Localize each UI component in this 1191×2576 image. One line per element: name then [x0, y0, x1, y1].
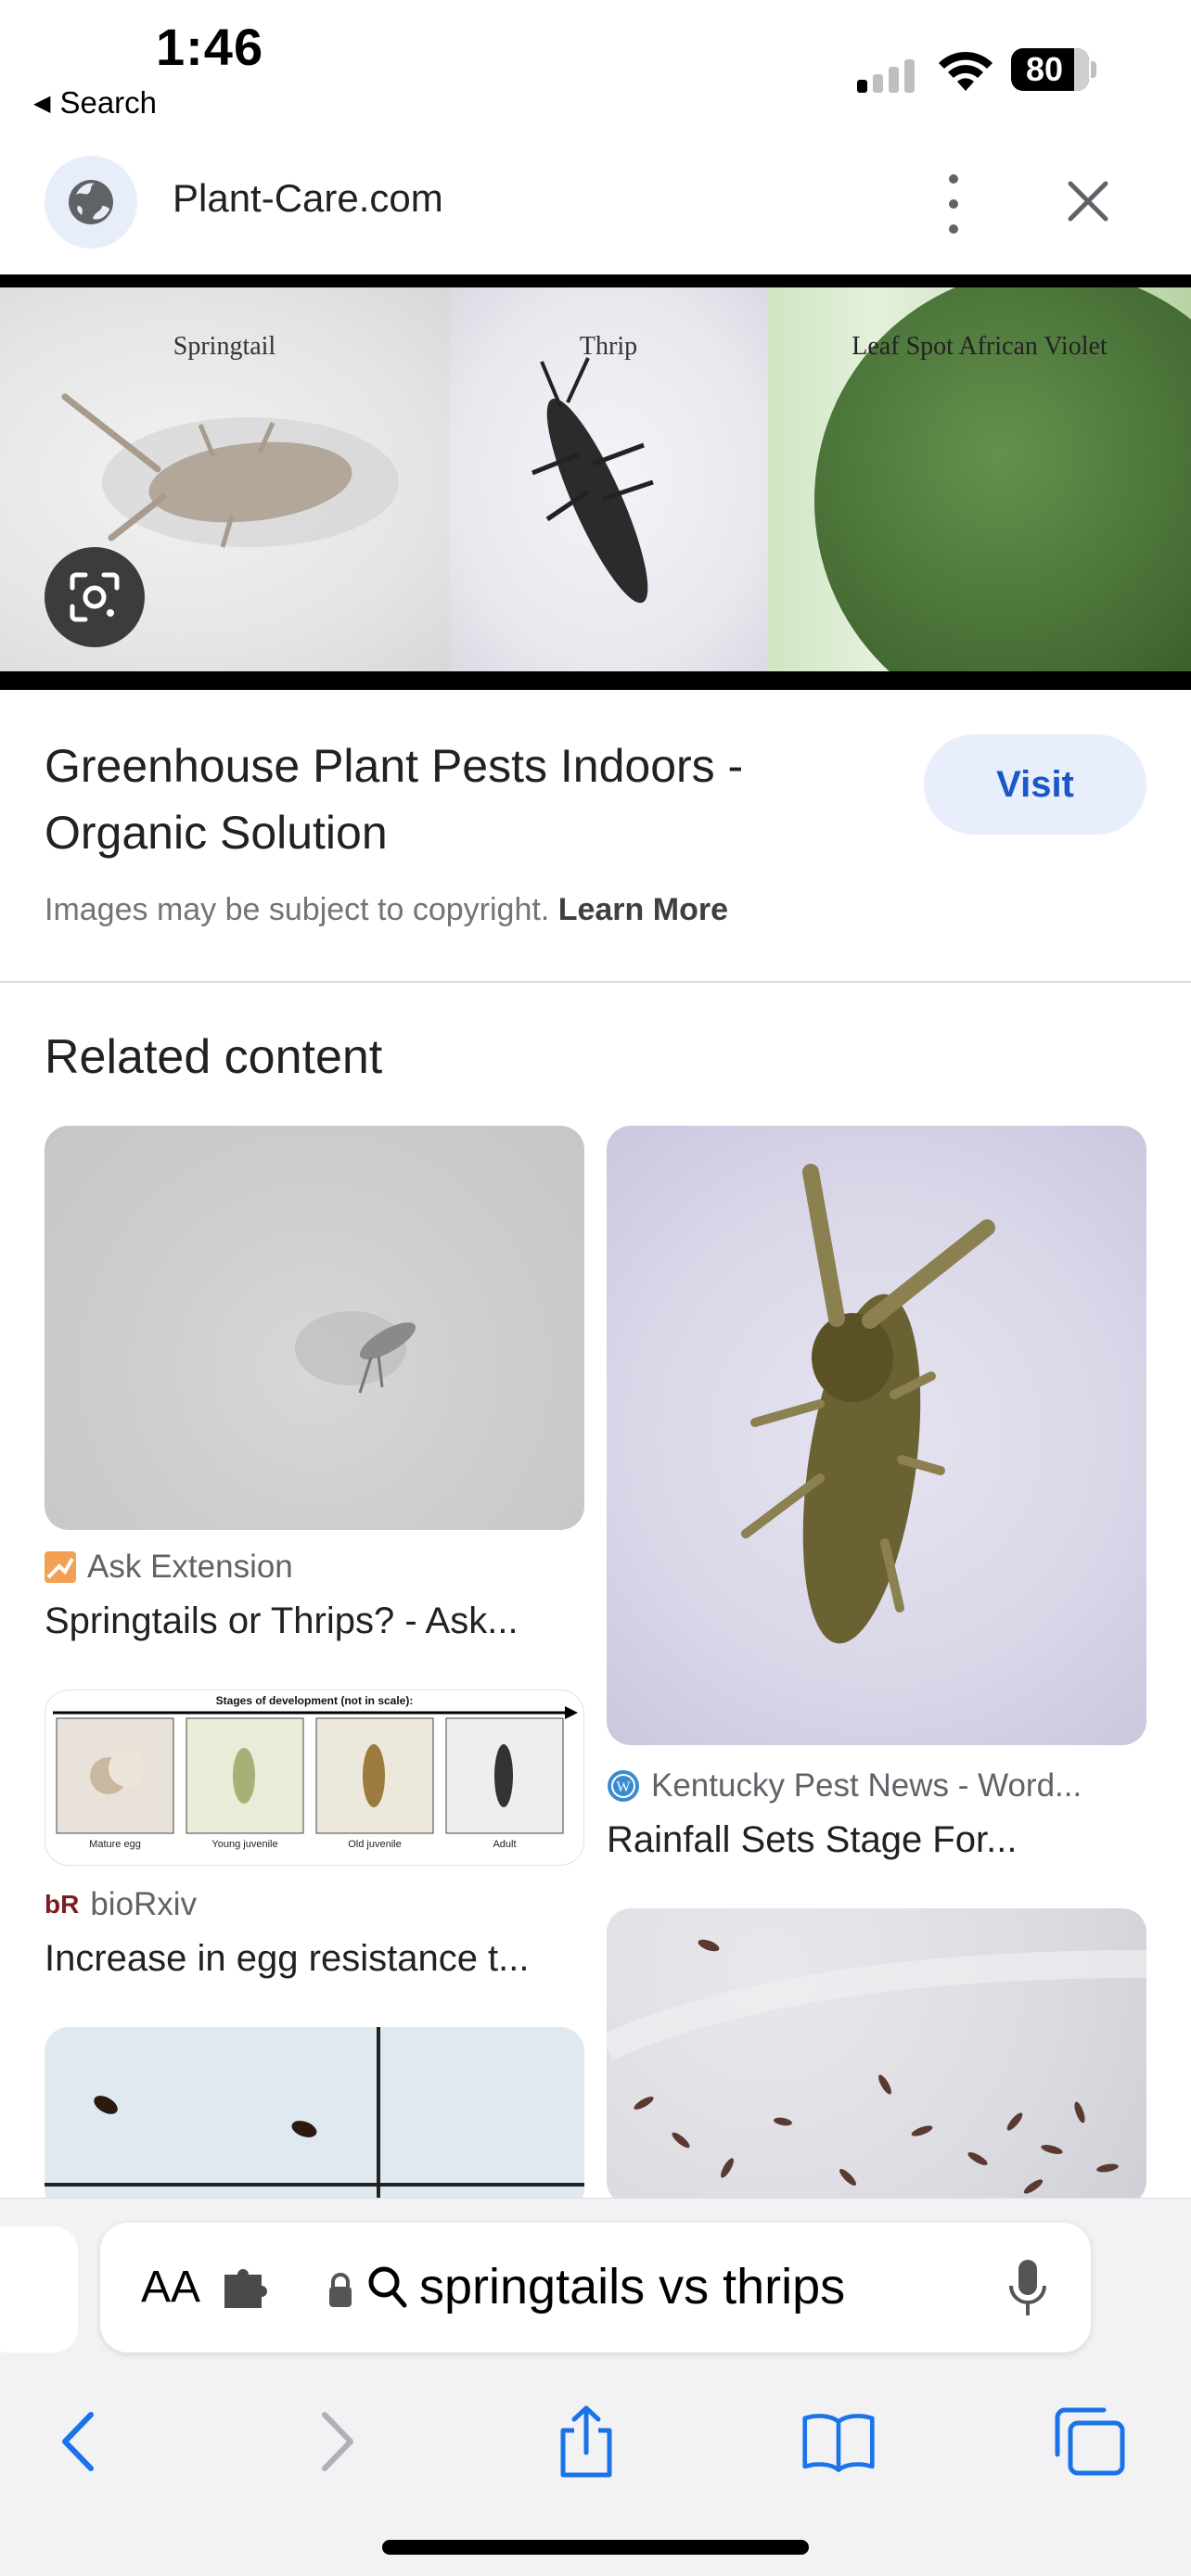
related-image-biorxiv[interactable]: Stages of development (not in scale): Ma…: [45, 1690, 584, 1866]
related-image-thrips-dish[interactable]: [607, 1908, 1146, 2205]
stage-label: Mature egg: [89, 1839, 141, 1850]
forward-button[interactable]: [301, 2404, 375, 2479]
leaf-spot-photo: Leaf Spot African Violet: [768, 287, 1191, 671]
related-image-kentucky-pest[interactable]: [607, 1126, 1146, 1745]
chevron-right-icon: [322, 2412, 353, 2471]
share-icon: [560, 2405, 612, 2478]
related-caption-1[interactable]: Springtails or Thrips? - Ask...: [45, 1600, 519, 1642]
related-caption-2[interactable]: Rainfall Sets Stage For...: [607, 1819, 1017, 1861]
lens-search-button[interactable]: [45, 547, 145, 647]
back-button[interactable]: [41, 2404, 115, 2479]
toolbar-nav-row: [0, 2384, 1191, 2486]
related-source-1[interactable]: Ask Extension: [45, 1549, 293, 1586]
battery-icon: 80: [1011, 48, 1096, 91]
related-image-ask-extension[interactable]: [45, 1126, 584, 1530]
status-time: 1:46: [156, 18, 264, 76]
globe-icon: [45, 156, 137, 249]
more-options-icon[interactable]: [937, 174, 970, 234]
search-query[interactable]: springtails vs thrips: [419, 2258, 845, 2315]
related-source-label: Kentucky Pest News - Word...: [651, 1767, 1082, 1804]
tabs-button[interactable]: [1052, 2404, 1126, 2479]
bookmarks-button[interactable]: [801, 2404, 876, 2479]
tabs-icon: [1055, 2407, 1125, 2476]
status-bar: 1:46 ◀ Search 80: [0, 0, 1191, 130]
site-name: Plant-Care.com: [173, 176, 443, 220]
stage-label: Adult: [493, 1839, 517, 1850]
section-divider: [0, 981, 1191, 983]
lens-icon: [70, 572, 120, 622]
back-search-label: Search: [59, 85, 158, 120]
related-image-grid-paper[interactable]: [45, 2027, 584, 2213]
ask-extension-icon: [45, 1551, 76, 1583]
close-icon[interactable]: [1063, 176, 1113, 226]
previous-tab-preview[interactable]: [0, 2226, 78, 2353]
related-source-label: bioRxiv: [90, 1886, 198, 1922]
learn-more-link[interactable]: Learn More: [558, 892, 728, 927]
lock-icon: [329, 2273, 352, 2307]
search-icon: [368, 2266, 407, 2308]
extensions-icon[interactable]: [221, 2264, 271, 2310]
thrip-photo: Thrip: [449, 287, 768, 671]
result-title: Greenhouse Plant Pests Indoors - Organic…: [45, 740, 744, 859]
site-header: Plant-Care.com: [0, 139, 1191, 269]
copyright-note: Images may be subject to copyright. Lear…: [45, 892, 728, 928]
wordpress-icon: W: [608, 1770, 639, 1802]
microphone-icon[interactable]: [1007, 2258, 1048, 2319]
cellular-signal-icon: [857, 59, 915, 93]
related-content-heading: Related content: [45, 1030, 383, 1084]
related-caption-3[interactable]: Increase in egg resistance t...: [45, 1938, 530, 1980]
related-source-3[interactable]: bR bioRxiv: [45, 1886, 197, 1923]
copyright-text: Images may be subject to copyright.: [45, 892, 550, 927]
hero-image[interactable]: Springtail Thrip Leaf Spot African Viole…: [0, 274, 1191, 690]
battery-level: 80: [1025, 50, 1064, 88]
chevron-left-icon: [62, 2412, 94, 2471]
hero-label-leaf-spot: Leaf Spot African Violet: [852, 332, 1108, 361]
svg-text:W: W: [616, 1779, 631, 1795]
back-triangle-icon: ◀: [33, 90, 51, 116]
browser-toolbar: AA springtails vs thrips: [0, 2198, 1191, 2576]
related-source-2[interactable]: W Kentucky Pest News - Word...: [607, 1767, 1082, 1804]
visit-button[interactable]: Visit: [924, 734, 1146, 835]
related-source-label: Ask Extension: [87, 1549, 293, 1585]
stage-label: Old juvenile: [348, 1839, 402, 1850]
wifi-icon: [939, 51, 992, 91]
back-to-search-link[interactable]: ◀ Search: [33, 85, 157, 121]
book-icon: [802, 2414, 875, 2473]
biorxiv-icon: bR: [45, 1890, 80, 1919]
home-indicator[interactable]: [382, 2540, 809, 2555]
reader-settings-button[interactable]: AA: [141, 2262, 200, 2313]
stage-label: Young juvenile: [211, 1839, 278, 1850]
address-bar[interactable]: AA springtails vs thrips: [100, 2223, 1091, 2353]
share-button[interactable]: [549, 2404, 623, 2479]
